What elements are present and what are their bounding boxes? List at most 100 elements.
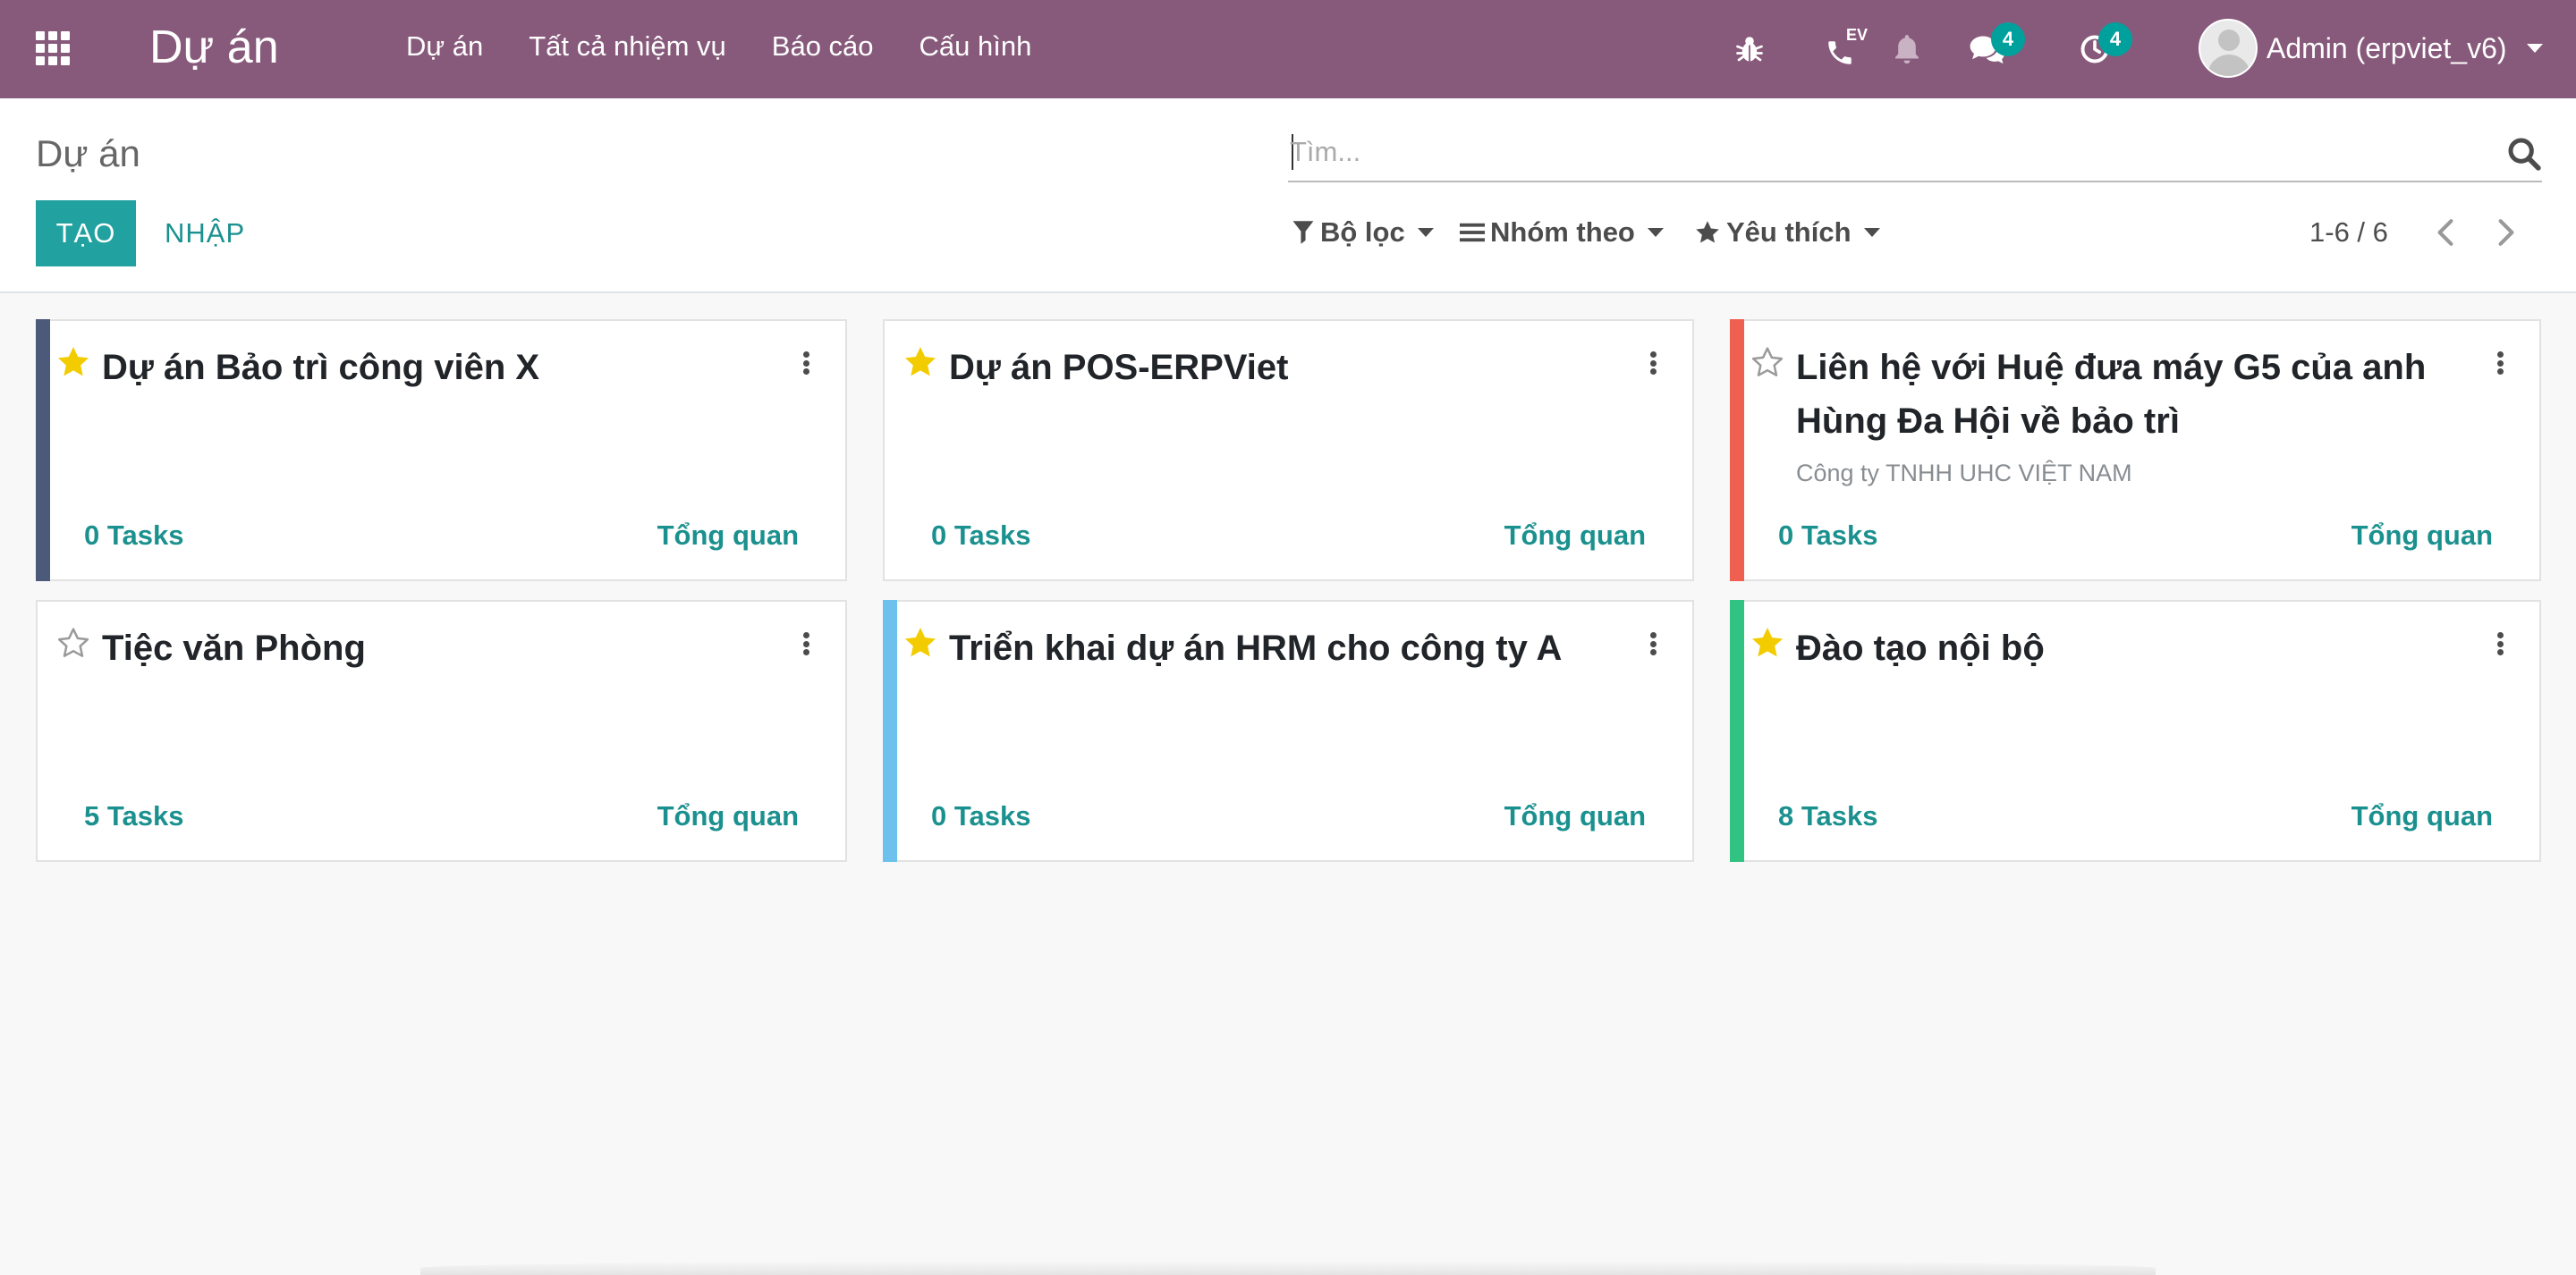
- project-name: Tiệc văn Phòng: [102, 621, 782, 675]
- star-outline-icon[interactable]: [1750, 344, 1785, 380]
- bell-icon[interactable]: [1885, 28, 1928, 71]
- avatar: [2199, 19, 2258, 78]
- task-word: Tasks: [106, 800, 184, 832]
- overview-link[interactable]: Tổng quan: [657, 800, 799, 832]
- project-name-text: Triển khai dự án HRM cho công ty A: [949, 629, 1563, 668]
- group-by-dropdown[interactable]: Nhóm theo: [1460, 207, 1664, 258]
- task-count: 0: [931, 519, 947, 551]
- project-card[interactable]: Triển khai dự án HRM cho công ty A 0 Task…: [883, 600, 1694, 862]
- kebab-menu-icon[interactable]: [797, 348, 815, 378]
- phone-label: EV: [1846, 26, 1868, 44]
- color-tag: [883, 600, 897, 862]
- project-name: Dự án Bảo trì công viên X: [102, 341, 782, 394]
- filters-dropdown[interactable]: Bộ lọc: [1292, 207, 1434, 258]
- create-button[interactable]: TẠO: [36, 200, 136, 266]
- user-menu[interactable]: Admin (erpviet_v6): [2199, 16, 2543, 80]
- star-outline-icon[interactable]: [55, 625, 91, 661]
- caret-down-icon: [1417, 228, 1434, 237]
- tasks-link[interactable]: 0 Tasks: [931, 800, 1030, 832]
- task-count: 0: [1778, 519, 1794, 551]
- star-filled-icon[interactable]: [55, 344, 91, 380]
- project-name: Đào tạo nội bộ: [1796, 621, 2476, 675]
- overview-link[interactable]: Tổng quan: [1504, 519, 1646, 552]
- main-menu: Dự án Tất cả nhiệm vụ Báo cáo Cấu hình: [406, 25, 1031, 68]
- kebab-menu-icon[interactable]: [2491, 629, 2509, 659]
- task-word: Tasks: [953, 800, 1031, 832]
- caret-down-icon: [1863, 228, 1880, 237]
- task-count: 5: [84, 800, 100, 832]
- control-panel: Dự án TẠO NHẬP Bộ lọc Nhóm theo Yêu thíc…: [0, 98, 2576, 293]
- tasks-link[interactable]: 0 Tasks: [1778, 519, 1877, 552]
- filter-icon: [1292, 221, 1314, 244]
- kebab-menu-icon[interactable]: [1644, 629, 1662, 659]
- overview-link[interactable]: Tổng quan: [1504, 800, 1646, 832]
- project-name-text: Dự án POS-ERPViet: [949, 348, 1289, 387]
- clock-icon[interactable]: 4: [2073, 22, 2132, 71]
- task-word: Tasks: [1801, 800, 1878, 832]
- project-name: Dự án POS-ERPViet: [949, 341, 1629, 394]
- chat-icon[interactable]: 4: [1966, 22, 2025, 71]
- user-name: Admin (erpviet_v6): [2267, 31, 2507, 64]
- favorites-dropdown[interactable]: Yêu thích: [1694, 207, 1880, 258]
- apps-menu-icon[interactable]: [36, 31, 77, 67]
- filters-label: Bộ lọc: [1320, 216, 1405, 248]
- project-name: Liên hệ với Huệ đưa máy G5 của anh Hùng …: [1796, 341, 2476, 498]
- menu-item-reports[interactable]: Báo cáo: [772, 25, 874, 68]
- overview-link[interactable]: Tổng quan: [2351, 800, 2493, 832]
- menu-item-projects[interactable]: Dự án: [406, 25, 483, 68]
- bug-icon[interactable]: [1728, 28, 1771, 71]
- star-filled-icon[interactable]: [1750, 625, 1785, 661]
- menu-item-all-tasks[interactable]: Tất cả nhiệm vụ: [529, 25, 726, 68]
- pager-next-icon[interactable]: [2481, 207, 2531, 258]
- phone-icon[interactable]: EV: [1809, 26, 1871, 71]
- tasks-link[interactable]: 5 Tasks: [84, 800, 183, 832]
- tasks-link[interactable]: 8 Tasks: [1778, 800, 1877, 832]
- kebab-menu-icon[interactable]: [2491, 348, 2509, 378]
- project-card[interactable]: Dự án POS-ERPViet 0 Tasks Tổng quan: [883, 319, 1694, 581]
- search-icon[interactable]: [2506, 136, 2542, 172]
- project-name-text: Dự án Bảo trì công viên X: [102, 348, 540, 387]
- project-name: Triển khai dự án HRM cho công ty A: [949, 621, 1629, 675]
- project-card[interactable]: Liên hệ với Huệ đưa máy G5 của anh Hùng …: [1730, 319, 2541, 581]
- color-tag: [36, 319, 50, 581]
- list-icon: [1460, 223, 1485, 242]
- breadcrumb: Dự án: [36, 132, 140, 174]
- import-button[interactable]: NHẬP: [150, 200, 259, 266]
- favorites-label: Yêu thích: [1726, 216, 1852, 248]
- project-name-text: Tiệc văn Phòng: [102, 629, 366, 668]
- bottom-edge-shadow: [420, 1261, 2156, 1275]
- task-word: Tasks: [1801, 519, 1878, 551]
- project-partner: Công ty TNHH UHC VIỆT NAM: [1796, 460, 2132, 486]
- overview-link[interactable]: Tổng quan: [657, 519, 799, 552]
- task-count: 0: [931, 800, 947, 832]
- top-navbar: Dự án Dự án Tất cả nhiệm vụ Báo cáo Cấu …: [0, 0, 2576, 98]
- project-card[interactable]: Đào tạo nội bộ 8 Tasks Tổng quan: [1730, 600, 2541, 862]
- search-bar: [1288, 123, 2542, 182]
- kebab-menu-icon[interactable]: [797, 629, 815, 659]
- star-filled-icon[interactable]: [902, 344, 938, 380]
- app-title: Dự án: [149, 21, 279, 73]
- group-by-label: Nhóm theo: [1490, 216, 1635, 248]
- chevron-down-icon: [2526, 44, 2543, 53]
- project-name-text: Đào tạo nội bộ: [1796, 629, 2045, 668]
- tasks-link[interactable]: 0 Tasks: [84, 519, 183, 552]
- activities-count-badge: 4: [2098, 22, 2132, 56]
- search-input[interactable]: [1290, 131, 2479, 173]
- messages-count-badge: 4: [1991, 22, 2025, 56]
- kebab-menu-icon[interactable]: [1644, 348, 1662, 378]
- project-card[interactable]: Dự án Bảo trì công viên X 0 Tasks Tổng qua…: [36, 319, 847, 581]
- task-count: 0: [84, 519, 100, 551]
- task-word: Tasks: [953, 519, 1031, 551]
- pager-previous-icon[interactable]: [2420, 207, 2470, 258]
- pager-value[interactable]: 1-6 / 6: [2309, 213, 2388, 252]
- project-name-text: Liên hệ với Huệ đưa máy G5 của anh Hùng …: [1796, 348, 2427, 441]
- caret-down-icon: [1647, 228, 1664, 237]
- tasks-link[interactable]: 0 Tasks: [931, 519, 1030, 552]
- star-filled-icon[interactable]: [902, 625, 938, 661]
- overview-link[interactable]: Tổng quan: [2351, 519, 2493, 552]
- star-icon: [1696, 221, 1719, 243]
- task-count: 8: [1778, 800, 1794, 832]
- menu-item-configuration[interactable]: Cấu hình: [919, 25, 1032, 68]
- task-word: Tasks: [106, 519, 184, 551]
- project-card[interactable]: Tiệc văn Phòng 5 Tasks Tổng quan: [36, 600, 847, 862]
